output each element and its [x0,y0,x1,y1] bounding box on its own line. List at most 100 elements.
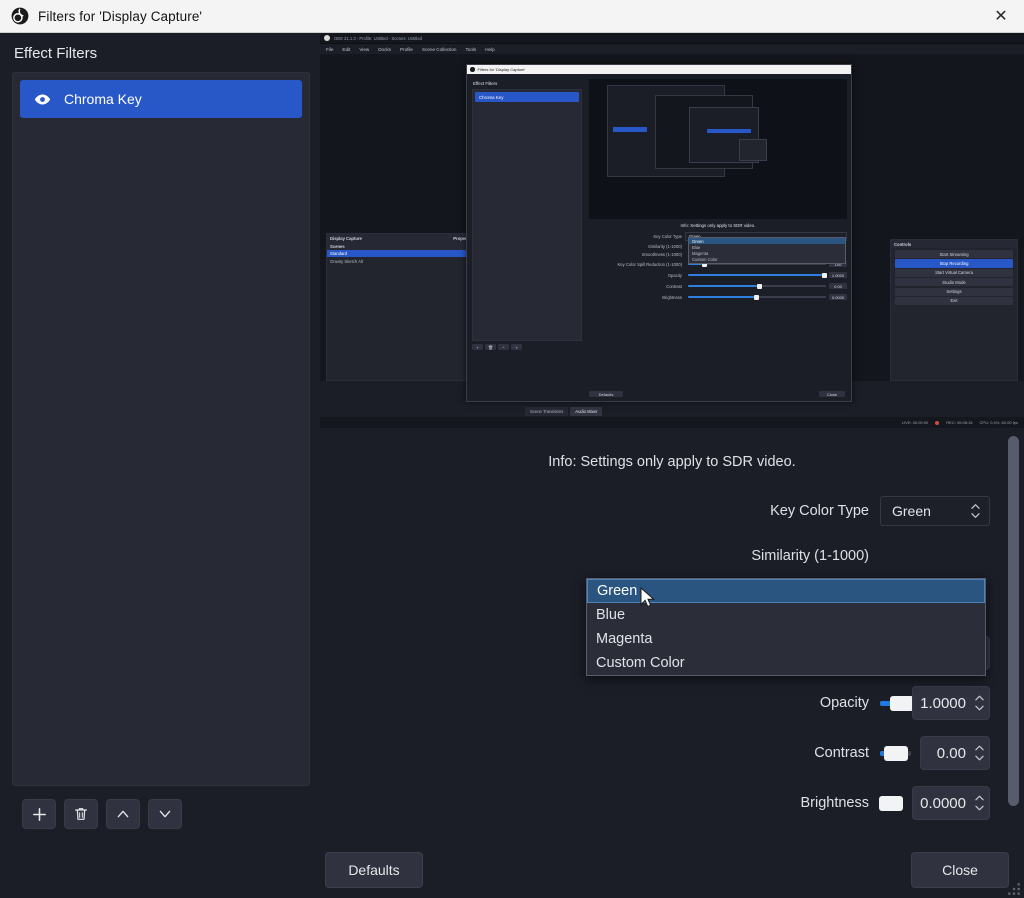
title-bar: Filters for 'Display Capture' ✕ [0,0,1024,33]
dropdown-option-custom-color[interactable]: Custom Color [587,651,985,675]
obs-logo-icon [11,7,29,25]
effect-filters-panel: Effect Filters Chroma Key [0,33,320,842]
preview-source-name: Display Capture [330,235,362,241]
preview-nested-defaults-button: Defaults [589,391,623,397]
brightness-spinbox[interactable]: 0.0000 [912,786,990,820]
brightness-value: 0.0000 [920,794,966,812]
dropdown-option-green[interactable]: Green [587,579,985,603]
chevron-up-icon [117,810,129,818]
preview-control-studio-mode: Studio Mode [895,278,1013,287]
preview-menu-profile: Profile [399,46,413,52]
contrast-spinbox[interactable]: 0.00 [920,736,990,770]
preview-nested-info: Info: Settings only apply to SDR video. [680,223,756,228]
settings-scrollbar[interactable] [1008,436,1019,830]
preview-record-indicator-icon [935,420,940,425]
preview-scene-item: Gravity Sketch Alt [330,258,364,264]
preview-menu-file: File [326,46,334,52]
brightness-slider[interactable] [879,793,904,813]
preview-menu-help: Help [485,46,495,52]
filter-list[interactable]: Chroma Key [12,72,310,786]
similarity-label: Similarity (1-1000) [751,548,869,564]
preview-nested-row-label: Similarity (1-1000) [648,244,682,249]
preview-nested-filters-dialog: Filters for 'Display Capture' Effect Fil… [466,64,852,402]
opacity-slider[interactable] [880,693,915,713]
preview-nested-spin: 0.0000 [829,294,847,300]
window-title: Filters for 'Display Capture' [38,8,203,24]
resize-grip-icon[interactable] [1007,882,1021,896]
right-panel: OBS 31.1.3 - Profile: Untitled - Scenes:… [320,33,1024,842]
filter-list-item-chroma-key[interactable]: Chroma Key [20,80,302,118]
key-color-type-label: Key Color Type [770,503,869,519]
filters-dialog: Filters for 'Display Capture' ✕ Effect F… [0,0,1024,898]
filter-toolbar [12,786,310,842]
preview-control-stop-recording: Stop Recording [895,259,1013,268]
preview-obs-logo-icon [324,35,330,41]
preview-nested-add-icon: + [472,344,483,350]
preview-nested-obs-logo-icon [470,67,475,72]
brightness-label: Brightness [800,795,869,811]
key-color-type-dropdown[interactable]: Green Blue Magenta Custom Color [586,578,986,676]
dropdown-option-magenta[interactable]: Magenta [587,627,985,651]
opacity-spinbox[interactable]: 1.0000 [912,686,990,720]
chevron-down-icon [159,810,171,818]
preview-nested-filter-item: Chroma Key [475,92,579,102]
preview-nested-spin: 0.00 [829,283,847,289]
move-filter-down-button[interactable] [148,799,182,829]
preview-nested-preview [589,79,847,219]
preview-controls-dock: Controls Start Streaming Stop Recording … [890,239,1018,381]
dialog-footer: Defaults Close [0,842,1024,898]
move-filter-up-button[interactable] [106,799,140,829]
contrast-value: 0.00 [936,744,966,762]
settings-scrollbar-thumb[interactable] [1008,436,1019,806]
preview-status-live: LIVE: 00:00:00 [901,420,929,425]
filter-name-label: Chroma Key [64,91,142,107]
close-button[interactable]: Close [911,852,1009,888]
spinner-arrows-icon[interactable] [973,695,989,711]
preview-menu-view: View [359,46,370,52]
preview-control-start-virtual-camera: Start Virtual Camera [895,268,1013,277]
preview-control-start-streaming: Start Streaming [895,250,1013,259]
preview-dock-tabs: Scene Transitions Audio Mixer [525,407,603,416]
preview-titlebar: OBS 31.1.3 - Profile: Untitled - Scenes:… [320,33,1024,44]
add-filter-button[interactable] [22,799,56,829]
preview-nested-row-label: Smoothness (1-1000) [641,252,682,257]
preview-source-dock: Display Capture Properties Scenes Standa… [326,233,478,381]
preview-nested-row-label: Opacity [667,272,682,278]
contrast-label: Contrast [814,745,869,761]
spinner-arrows-icon[interactable] [973,795,989,811]
remove-filter-button[interactable] [64,799,98,829]
preview-status-cpu: CPU: 0.4%, 60.00 fps [979,420,1018,425]
plus-icon [32,807,46,821]
preview-nested-dropdown: Green Blue Magenta Custom Color [688,237,846,264]
preview-tab-audio-mixer: Audio Mixer [570,407,603,416]
dropdown-option-blue[interactable]: Blue [587,603,985,627]
key-color-type-combobox[interactable]: Green [880,496,990,526]
sdr-info-text: Info: Settings only apply to SDR video. [548,454,796,470]
preview-menubar: File Edit View Docks Profile Scene Colle… [320,44,1024,54]
preview-nested-row-label: Contrast [666,283,682,289]
preview-nested-down-icon: ˅ [511,344,522,350]
preview-scenes-header: Scenes [327,242,477,250]
contrast-slider[interactable] [880,743,911,763]
preview-nested-effect-filters-label: Effect Filters [473,81,498,86]
preview-obs-window: OBS 31.1.3 - Profile: Untitled - Scenes:… [320,33,1024,428]
preview-nested-spin: 1.0000 [829,272,847,278]
key-color-type-value: Green [892,503,931,519]
opacity-value: 1.0000 [920,694,966,712]
spinner-arrows-icon[interactable] [973,745,989,761]
preview-nested-row-label: Key Color Spill Reduction (1-1000) [617,261,682,267]
row-similarity: Similarity (1-1000) [320,548,1024,564]
eye-icon[interactable] [34,91,51,108]
preview-nested-dd-option: Custom Color [692,257,718,263]
preview-menu-scene-collection: Scene Collection [422,46,457,52]
close-window-button[interactable]: ✕ [978,0,1024,32]
combo-arrows-icon [971,504,980,519]
preview-tab-scene-transitions: Scene Transitions [525,407,569,416]
preview-nested-row-label: Key Color Type [653,234,682,239]
preview-nested-trash-icon: 🗑 [485,344,496,350]
preview-menu-tools: Tools [465,46,477,52]
defaults-button[interactable]: Defaults [325,852,423,888]
preview-nested-title: Filters for 'Display Capture' [477,67,526,72]
dialog-body: Effect Filters Chroma Key OBS 31.1.3 - P… [0,33,1024,842]
preview-menu-docks: Docks [378,46,391,52]
